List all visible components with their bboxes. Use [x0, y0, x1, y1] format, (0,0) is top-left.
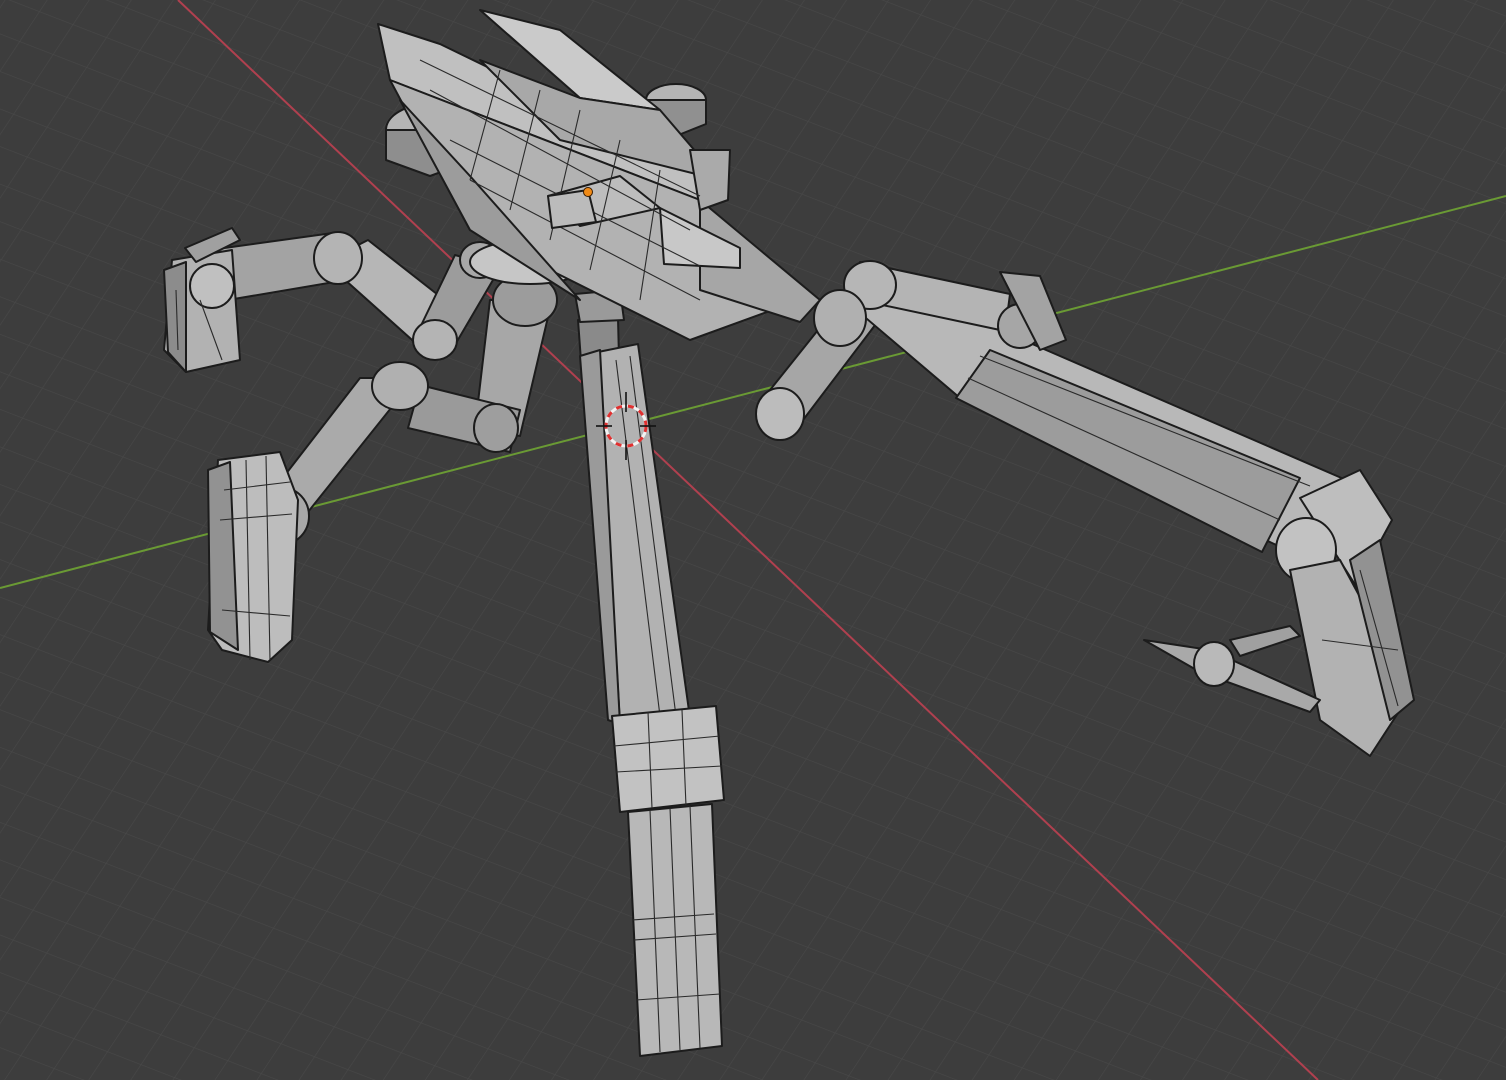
object-origin-icon	[583, 187, 593, 197]
3d-viewport[interactable]	[0, 0, 1506, 1080]
